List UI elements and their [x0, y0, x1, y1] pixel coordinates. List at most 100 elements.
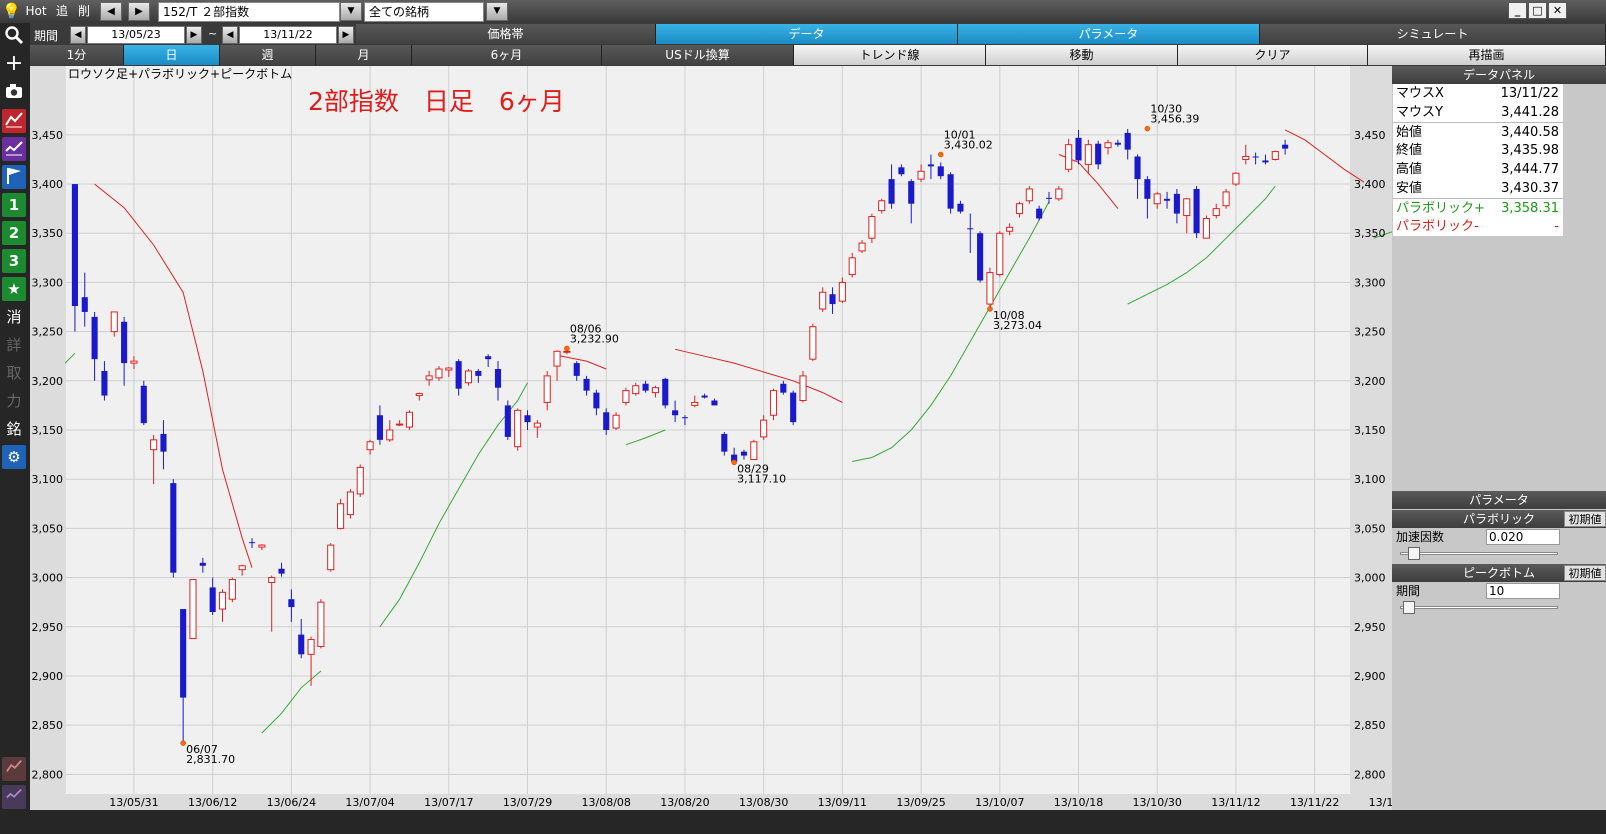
from-date-field[interactable]: 13/05/23 — [87, 26, 185, 44]
candle-body — [228, 579, 236, 600]
y-tick-label-left: 3,250 — [32, 326, 64, 339]
gear-icon[interactable]: ⚙ — [2, 445, 26, 469]
star-icon[interactable]: ★ — [2, 277, 26, 301]
one-icon[interactable]: 1 — [2, 193, 26, 217]
chart-area[interactable]: 06/07 2,831.70 08/06 3,232.90 08/29 3,117.10 1… — [30, 66, 1418, 810]
candle-body — [405, 411, 413, 428]
candle-body — [740, 451, 748, 456]
candle-body — [91, 316, 98, 360]
accel-slider-thumb[interactable] — [1407, 547, 1420, 560]
redraw-button[interactable]: 再描画 — [1368, 45, 1606, 65]
candle-body — [711, 400, 718, 406]
trendline-button[interactable]: トレンド線 — [794, 45, 986, 65]
trend-icon[interactable] — [2, 137, 26, 161]
candlestick-chart[interactable]: 06/072,831.7008/063,232.9008/293,117.101… — [30, 66, 1418, 810]
candle-body — [445, 367, 453, 371]
to-prev-icon[interactable]: ◀ — [222, 26, 238, 44]
y-tick-label-left: 2,900 — [32, 670, 64, 683]
next-icon[interactable]: ▶ — [128, 2, 150, 21]
symbol-icon[interactable]: 銘 — [2, 417, 26, 441]
y-tick-label-left: 3,150 — [32, 424, 64, 437]
candle-body — [1075, 137, 1082, 161]
bulb-icon[interactable]: 💡 — [2, 2, 21, 21]
take-icon[interactable]: 取 — [2, 361, 26, 385]
camera-icon[interactable] — [2, 81, 26, 105]
timeframe-toolbar: 1分 日 週 月 6ヶ月 USドル換算 トレンド線 移動 クリア 再描画 — [30, 45, 1606, 66]
period-toolbar: 期間 ◀ 13/05/23 ▶ ~ ◀ 13/11/22 ▶ 価格帯 データ パ… — [30, 23, 1606, 45]
y-tick-label-left: 3,350 — [32, 227, 64, 240]
symbol-dropdown-icon[interactable]: ▼ — [340, 2, 362, 21]
detail-icon[interactable]: 詳 — [2, 333, 26, 357]
x-tick-label: 13/08/20 — [660, 796, 709, 809]
candle-body — [838, 281, 846, 302]
row-value: - — [1554, 219, 1559, 234]
period-param-label: 期間 — [1396, 584, 1421, 598]
candle-body — [278, 568, 285, 574]
to-next-icon[interactable]: ▶ — [338, 26, 354, 44]
clear-button[interactable]: クリア — [1178, 45, 1368, 65]
candle-body — [346, 491, 354, 516]
power-icon[interactable]: 力 — [2, 389, 26, 413]
add-button[interactable]: 追 — [52, 2, 72, 21]
candle-body — [662, 378, 669, 406]
delete-button[interactable]: 削 — [74, 2, 94, 21]
accel-label: 加速因数 — [1396, 530, 1445, 544]
candle-body — [455, 361, 462, 389]
parameter-panel: パラメータ パラボリック 初期値 加速因数 0.020 ピークボトム 初期値 期間 10 — [1392, 491, 1606, 691]
parameter-button[interactable]: パラメータ — [958, 24, 1260, 44]
peak-reset-button[interactable]: 初期値 — [1564, 565, 1606, 581]
candle-body — [947, 174, 954, 209]
parabolic-reset-button[interactable]: 初期値 — [1564, 511, 1606, 527]
candle-body — [1025, 188, 1033, 202]
x-tick-label: 13/10/30 — [1133, 796, 1182, 809]
accel-input[interactable]: 0.020 — [1486, 529, 1560, 545]
crosshair-icon[interactable]: + — [2, 53, 26, 77]
line-chart-icon[interactable] — [2, 109, 26, 133]
candle-body — [366, 441, 374, 451]
candle-body — [1114, 142, 1121, 145]
simulate-button[interactable]: シミュレート — [1260, 24, 1606, 44]
candle-body — [504, 405, 511, 437]
from-next-icon[interactable]: ▶ — [186, 26, 202, 44]
peak-value-label: 2,831.70 — [186, 753, 235, 766]
move-button[interactable]: 移動 — [986, 45, 1178, 65]
minimize-icon[interactable]: _ — [1508, 2, 1527, 19]
tf-day-button[interactable]: 日 — [124, 45, 220, 65]
x-tick-label: 13/06/12 — [188, 796, 237, 809]
hot-button[interactable]: Hot — [22, 2, 50, 21]
to-date-field[interactable]: 13/11/22 — [239, 26, 337, 44]
tf-1min-button[interactable]: 1分 — [30, 45, 124, 65]
search-icon[interactable] — [2, 25, 26, 49]
candle-body — [160, 433, 167, 452]
candle-body — [218, 591, 227, 610]
candle-body — [189, 579, 197, 640]
close-icon[interactable]: ✕ — [1548, 2, 1567, 19]
flag-icon[interactable] — [2, 165, 26, 189]
period-input[interactable]: 10 — [1486, 583, 1560, 599]
three-icon[interactable]: 3 — [2, 249, 26, 273]
candle-body — [327, 544, 335, 571]
prev-icon[interactable]: ◀ — [100, 2, 122, 21]
price-band-button[interactable]: 価格帯 — [356, 24, 656, 44]
tf-month-button[interactable]: 月 — [316, 45, 412, 65]
maximize-icon[interactable]: □ — [1528, 2, 1547, 19]
from-prev-icon[interactable]: ◀ — [70, 26, 86, 44]
data-button[interactable]: データ — [656, 24, 958, 44]
candle-body — [1202, 217, 1210, 239]
data-row: 安値 3,430.37 — [1393, 179, 1563, 198]
accel-slider[interactable] — [1392, 546, 1606, 560]
range-6m-button[interactable]: 6ヶ月 — [412, 45, 602, 65]
period-slider-thumb[interactable] — [1403, 601, 1416, 614]
tf-week-button[interactable]: 週 — [220, 45, 316, 65]
period-slider[interactable] — [1392, 600, 1606, 614]
small-trend-icon[interactable] — [2, 785, 26, 809]
universe-select[interactable]: 全ての銘柄 — [364, 2, 484, 22]
small-chart-icon[interactable] — [2, 757, 26, 781]
usd-convert-button[interactable]: USドル換算 — [602, 45, 794, 65]
two-icon[interactable]: 2 — [2, 221, 26, 245]
erase-icon[interactable]: 消 — [2, 305, 26, 329]
row-label: 安値 — [1396, 181, 1423, 196]
symbol-field[interactable]: 152/T ２部指数 — [158, 2, 340, 22]
y-tick-label-right: 3,400 — [1354, 178, 1386, 191]
universe-dropdown-icon[interactable]: ▼ — [486, 2, 508, 21]
